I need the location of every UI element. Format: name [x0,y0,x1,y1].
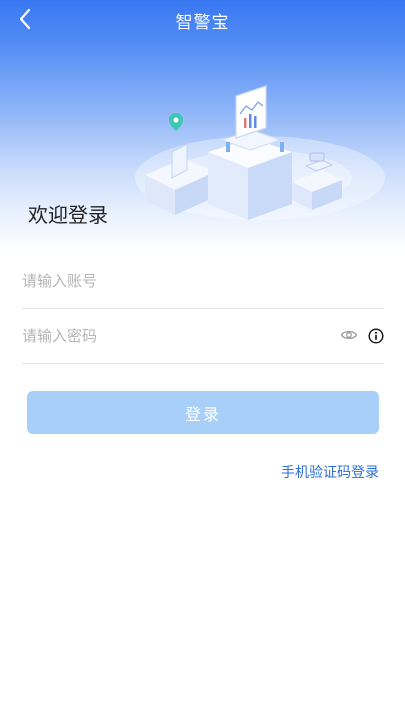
account-input[interactable] [22,254,322,308]
password-input[interactable] [22,309,322,363]
isometric-devices-illustration [135,85,385,220]
login-button[interactable]: 登录 [27,391,379,434]
info-icon[interactable] [368,328,384,344]
hero-banner: 智警宝 欢迎登录 [0,0,405,250]
page-title: 智警宝 [175,13,230,33]
navigation-bar: 智警宝 [0,0,405,40]
eye-icon[interactable] [340,326,358,344]
password-field [22,309,384,364]
account-field [22,254,384,309]
sms-login-link[interactable]: 手机验证码登录 [281,462,379,482]
welcome-heading: 欢迎登录 [28,203,108,227]
